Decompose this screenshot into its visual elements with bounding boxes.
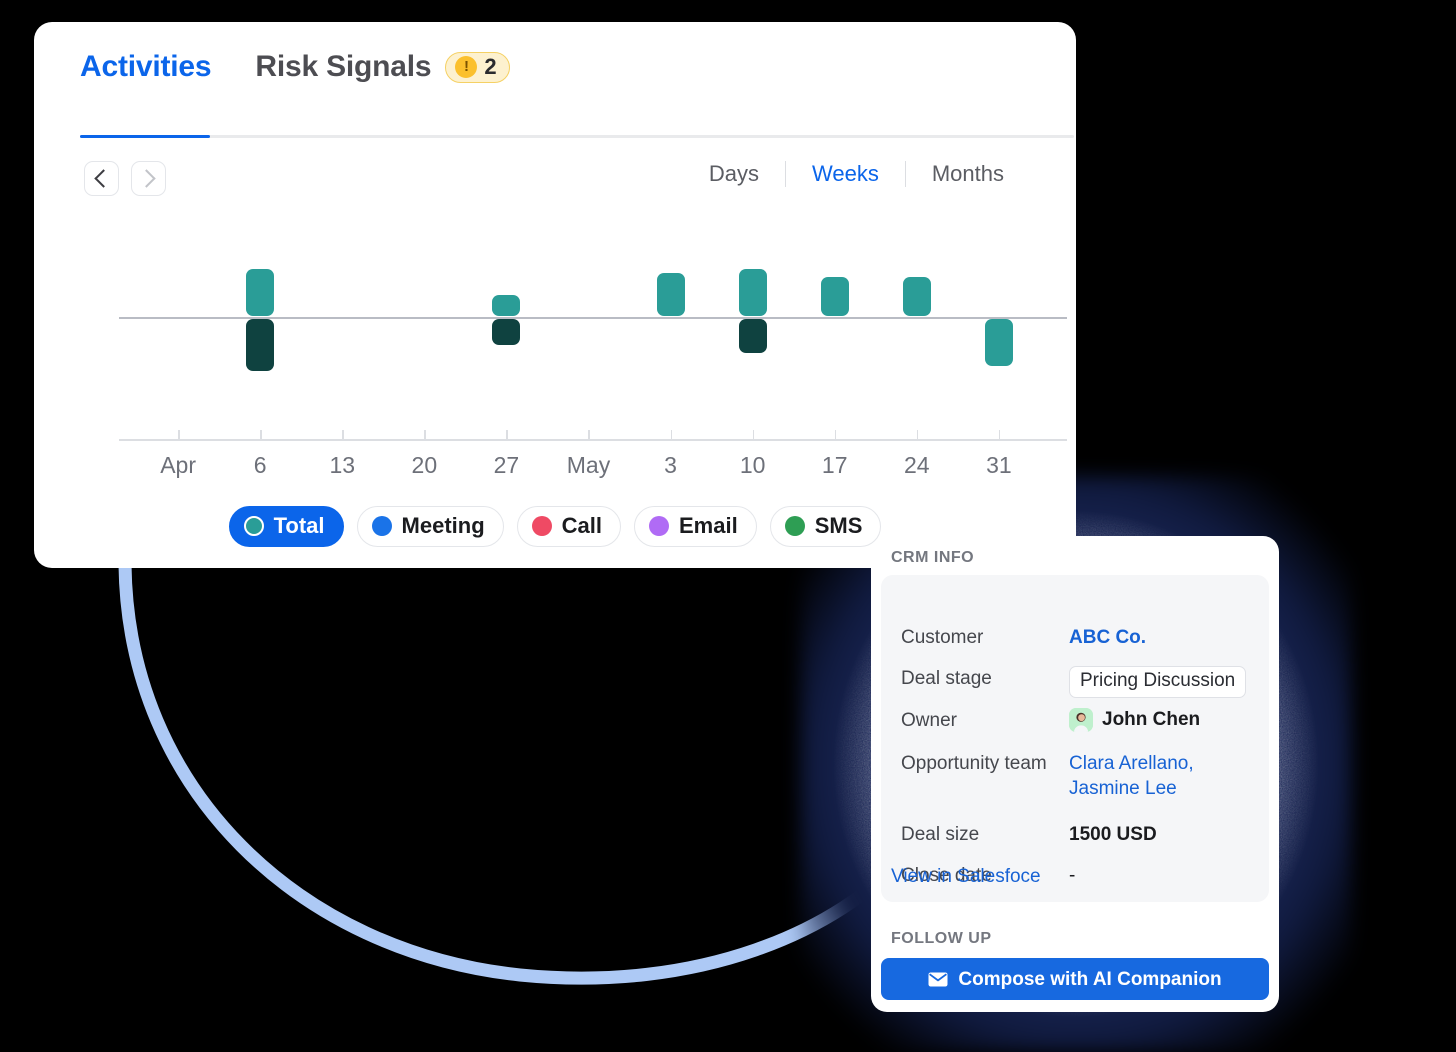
chart-x-tick <box>178 430 180 439</box>
chart-x-axis <box>119 430 1067 441</box>
chart-x-label: May <box>566 452 611 478</box>
legend-label: Total <box>273 513 325 538</box>
status-badge: ! 2 <box>445 51 511 83</box>
chart-bar <box>246 319 275 371</box>
chart-x-label: Apr <box>160 452 196 478</box>
tab-activities-label: Activities <box>80 50 212 83</box>
chart-x-tick <box>260 430 262 439</box>
range-months[interactable]: Months <box>906 163 1030 185</box>
legend-color-dot <box>371 516 392 536</box>
chart-x-tick <box>916 430 919 439</box>
screen: Activities Risk Signals ! 2 Days Weeks M… <box>0 0 1456 1052</box>
tab-risk-signals[interactable]: Risk Signals ! 2 <box>255 50 511 84</box>
chart-x-label: 20 <box>411 452 438 478</box>
tab-active-indicator <box>80 135 210 138</box>
legend-item-meeting[interactable]: Meeting <box>356 506 504 547</box>
chart-x-tick <box>342 430 344 439</box>
chart-x-tick <box>588 430 590 439</box>
tab-risk-signals-label: Risk Signals <box>255 50 432 83</box>
chart-x-label: 10 <box>739 452 766 478</box>
range-switch: Days Weeks Months <box>683 161 1030 187</box>
crm-row-owner: Owner John Chen <box>901 708 1249 733</box>
envelope-icon <box>928 972 948 987</box>
compose-with-ai-button[interactable]: Compose with AI Companion <box>881 958 1269 1000</box>
crm-fields-box: Customer ABC Co. Deal stage Pricing Disc… <box>881 575 1269 902</box>
activities-chart <box>119 230 1067 430</box>
legend-item-email[interactable]: Email <box>634 506 757 547</box>
chart-x-tick <box>506 430 508 439</box>
crm-label-deal-stage: Deal stage <box>901 668 992 689</box>
avatar <box>1069 708 1093 732</box>
activities-panel: Activities Risk Signals ! 2 Days Weeks M… <box>34 22 1076 568</box>
legend-color-dot <box>531 516 552 536</box>
crm-value-close-date: - <box>1069 865 1076 886</box>
chart-x-labels: Apr 6 13 20 27 May 3 10 17 24 31 <box>119 452 1067 486</box>
compose-button-label: Compose with AI Companion <box>958 968 1222 990</box>
crm-value-owner: John Chen <box>1069 708 1200 732</box>
chart-bar <box>492 294 521 316</box>
legend-label: Call <box>561 513 602 538</box>
period-nav <box>84 161 166 196</box>
chart-x-label: 27 <box>493 452 520 478</box>
legend-label: Email <box>679 513 738 538</box>
chart-x-tick <box>670 430 673 439</box>
legend-label: SMS <box>814 513 863 538</box>
crm-row-deal-stage: Deal stage Pricing Discussion <box>901 666 1249 698</box>
crm-info-card: CRM INFO Customer ABC Co. Deal stage Pri… <box>871 536 1279 1012</box>
range-weeks[interactable]: Weeks <box>786 163 905 185</box>
crm-label-customer: Customer <box>901 627 984 648</box>
chart-bar <box>492 319 521 345</box>
next-period-button[interactable] <box>131 161 166 196</box>
chart-x-tick <box>752 430 755 439</box>
legend-color-dot <box>649 516 669 536</box>
crm-value-opportunity-team[interactable]: Clara Arellano, Jasmine Lee <box>1069 751 1249 801</box>
chart-x-label: 6 <box>253 452 267 478</box>
tab-bar: Activities Risk Signals ! 2 <box>80 50 511 84</box>
chart-x-tick <box>998 430 1001 439</box>
crm-value-customer[interactable]: ABC Co. <box>1069 625 1146 650</box>
chart-bar <box>820 277 849 316</box>
legend-item-total[interactable]: Total <box>228 506 344 547</box>
chart-x-label: 3 <box>664 452 677 478</box>
tab-activities[interactable]: Activities <box>80 50 212 84</box>
chart-bar <box>984 319 1013 367</box>
crm-row-customer: Customer ABC Co. <box>901 625 1249 650</box>
crm-value-deal-size: 1500 USD <box>1069 824 1157 845</box>
prev-period-button[interactable] <box>84 161 119 196</box>
legend-item-call[interactable]: Call <box>516 506 621 547</box>
chart-x-label: 24 <box>904 452 930 478</box>
legend-color-dot <box>784 516 805 536</box>
view-in-salesforce-link[interactable]: View in Salesfoce <box>891 866 1041 888</box>
chevron-right-icon <box>137 169 156 188</box>
legend-label: Meeting <box>401 513 485 538</box>
chart-x-tick <box>834 430 837 439</box>
crm-section-title: CRM INFO <box>891 549 975 566</box>
crm-label-opportunity-team: Opportunity team <box>901 753 1047 774</box>
chart-x-tick <box>424 430 426 439</box>
chart-bar <box>738 268 767 316</box>
crm-label-deal-size: Deal size <box>901 824 980 845</box>
range-days[interactable]: Days <box>683 163 785 185</box>
deal-stage-chip: Pricing Discussion <box>1069 666 1247 698</box>
chart-bar <box>738 319 767 354</box>
chart-bar <box>656 273 685 316</box>
chevron-left-icon <box>94 169 113 188</box>
chart-x-label: 17 <box>821 452 848 478</box>
tab-underline <box>80 135 1074 138</box>
chart-x-label: 13 <box>329 452 356 478</box>
follow-up-title: FOLLOW UP <box>891 930 992 947</box>
badge-count: 2 <box>484 53 497 79</box>
legend-color-dot <box>243 516 264 536</box>
crm-row-opportunity-team: Opportunity team Clara Arellano, Jasmine… <box>901 751 1249 801</box>
crm-row-deal-size: Deal size 1500 USD <box>901 822 1249 847</box>
owner-name: John Chen <box>1102 709 1201 730</box>
warning-icon: ! <box>455 55 478 78</box>
chart-bar <box>902 277 931 316</box>
chart-bar <box>246 268 275 316</box>
crm-label-owner: Owner <box>901 710 957 731</box>
legend-item-sms[interactable]: SMS <box>769 506 882 547</box>
crm-value-deal-stage-wrap: Pricing Discussion <box>1069 666 1247 698</box>
chart-x-label: 31 <box>986 452 1012 478</box>
